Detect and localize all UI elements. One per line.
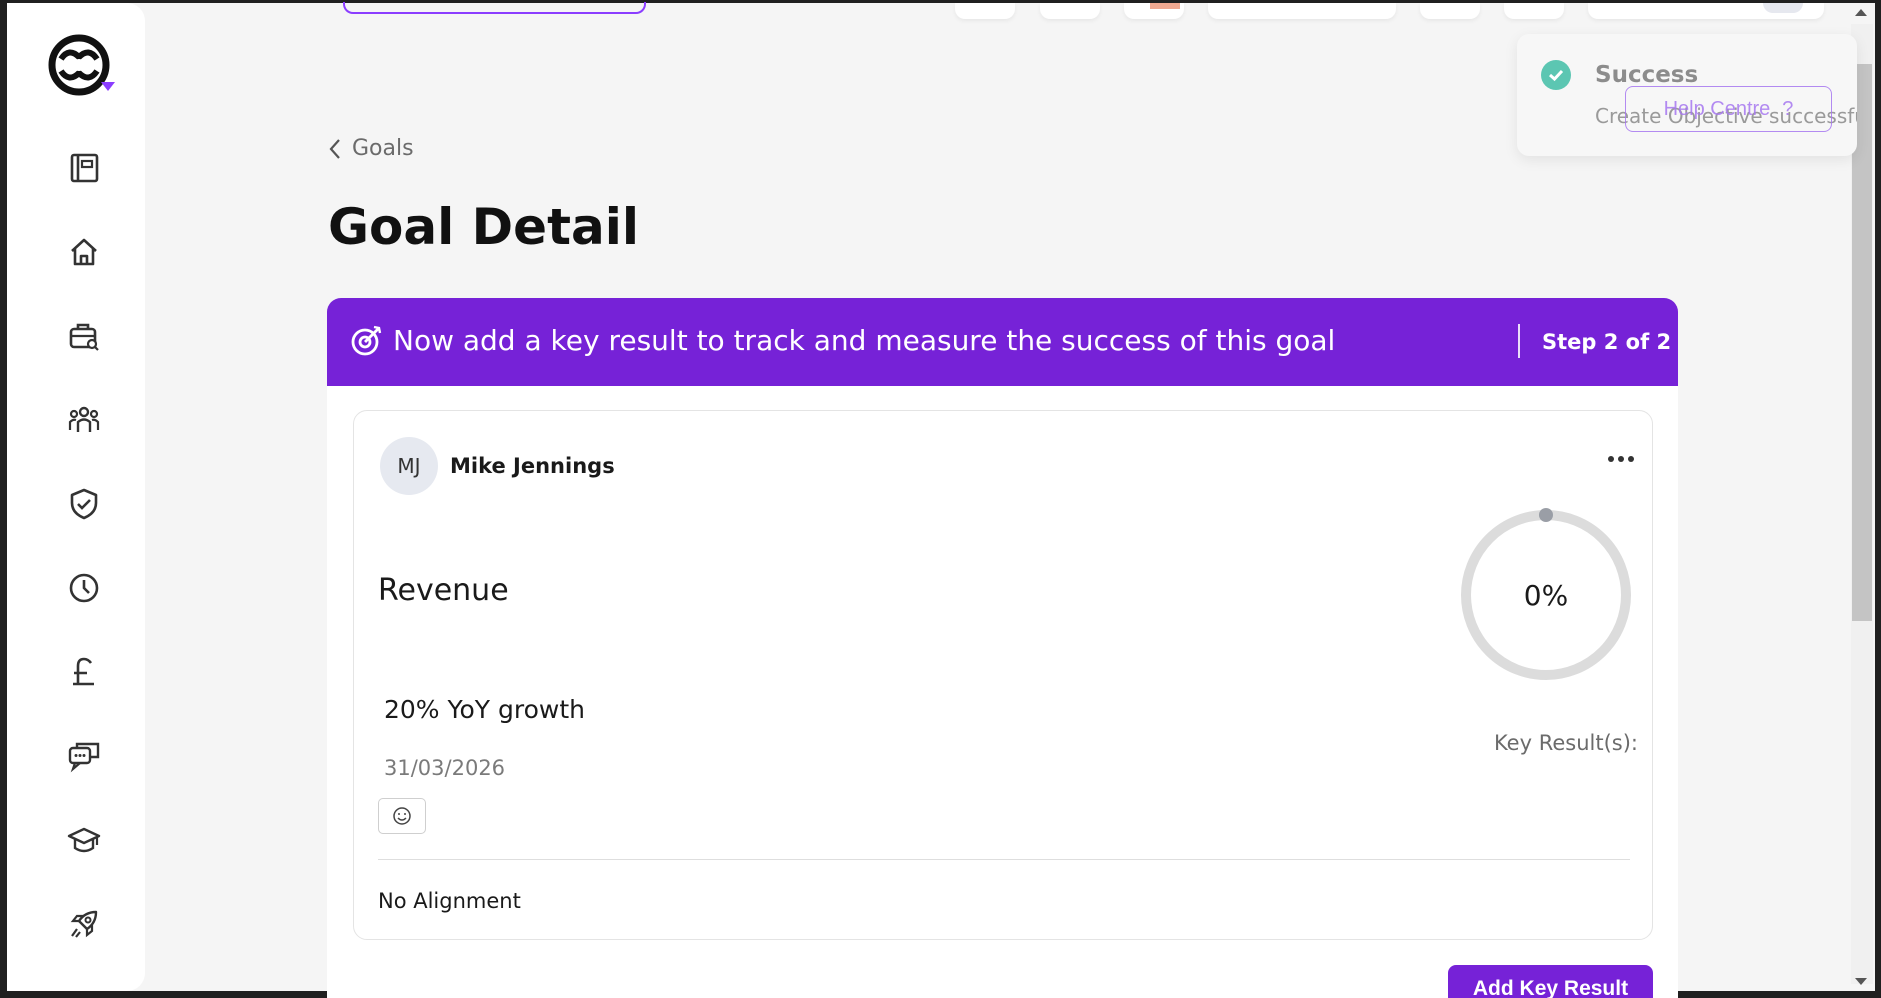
notebook-icon[interactable] [65, 149, 103, 187]
key-results-label: Key Result(s): [1493, 731, 1638, 755]
goal-due-date: 31/03/2026 [384, 756, 506, 780]
top-toolbar-button[interactable] [1208, 3, 1396, 19]
question-icon: ? [1782, 97, 1794, 120]
smiley-icon [393, 807, 411, 825]
chevron-left-icon [329, 138, 340, 159]
scroll-up-icon[interactable] [1855, 9, 1867, 16]
emoji-reaction-button[interactable] [378, 798, 426, 834]
clock-icon[interactable] [65, 569, 103, 607]
notification-badge [1150, 3, 1180, 9]
banner-message: Now add a key result to track and measur… [393, 324, 1336, 357]
help-centre-label: Help Centre [1663, 97, 1771, 120]
chevron-down-icon[interactable] [101, 82, 115, 91]
top-avatar[interactable] [1763, 3, 1803, 13]
people-icon[interactable] [65, 401, 103, 439]
progress-percent: 0% [1523, 578, 1569, 612]
sidebar [7, 3, 145, 991]
breadcrumb[interactable]: Goals [328, 136, 414, 161]
window-frame-left [0, 0, 7, 998]
window-frame-right [1875, 0, 1881, 998]
chat-icon[interactable] [65, 737, 103, 775]
breadcrumb-goals[interactable]: Goals [352, 136, 414, 161]
more-options-icon[interactable] [1604, 449, 1638, 469]
step-banner: Now add a key result to track and measur… [327, 298, 1678, 386]
goal-card: MJ Mike Jennings Revenue 0% 20% YoY grow… [353, 410, 1653, 940]
owner-name: Mike Jennings [450, 454, 615, 478]
graduation-cap-icon[interactable] [65, 821, 103, 859]
pound-icon[interactable] [65, 653, 103, 691]
home-icon[interactable] [65, 233, 103, 271]
top-toolbar-button[interactable] [1040, 3, 1100, 19]
add-key-result-button[interactable]: Add Key Result [1448, 965, 1653, 998]
goal-name: Revenue [378, 573, 509, 608]
goal-description: 20% YoY growth [384, 695, 585, 724]
step-indicator: Step 2 of 2 [1542, 330, 1672, 354]
page-title: Goal Detail [328, 198, 640, 256]
rocket-icon[interactable] [65, 905, 103, 943]
top-toolbar-button[interactable] [1504, 3, 1564, 19]
check-circle-icon [1541, 60, 1571, 90]
toast-title: Success [1595, 62, 1699, 88]
top-toolbar-button[interactable] [955, 3, 1015, 19]
help-centre-button[interactable]: Help Centre ? [1625, 86, 1832, 132]
briefcase-search-icon[interactable] [65, 317, 103, 355]
divider [378, 859, 1630, 860]
alignment-status: No Alignment [378, 889, 521, 913]
target-icon [351, 325, 382, 356]
scroll-down-icon[interactable] [1855, 978, 1867, 985]
avatar: MJ [380, 437, 438, 495]
top-search-field[interactable] [343, 2, 646, 14]
banner-divider [1518, 324, 1520, 358]
shield-check-icon[interactable] [65, 485, 103, 523]
top-toolbar-button[interactable] [1420, 3, 1480, 19]
